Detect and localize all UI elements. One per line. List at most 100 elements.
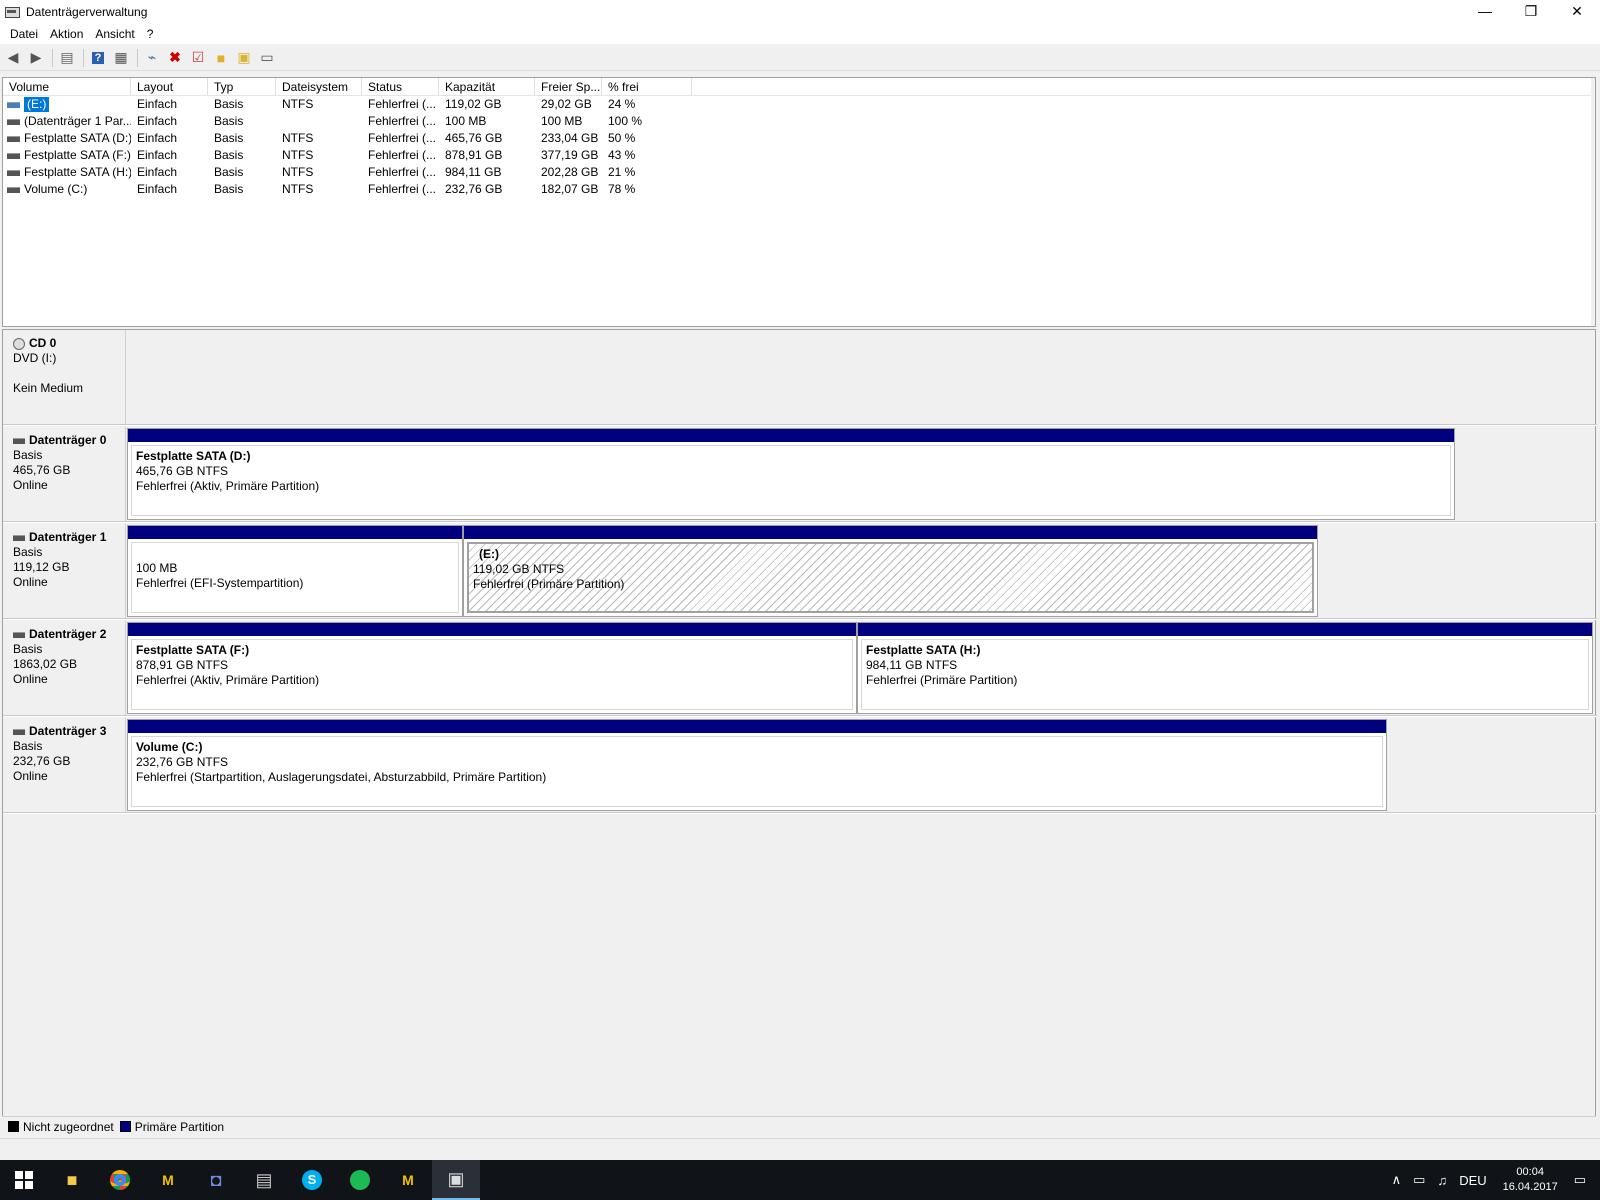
spotify-icon[interactable]	[336, 1160, 384, 1200]
partition-name: Festplatte SATA (H:)	[866, 643, 981, 657]
status-cell: Fehlerfrei (...	[368, 131, 437, 145]
partition-name: Volume (C:)	[136, 740, 203, 754]
notifications-icon[interactable]: ▭	[1574, 1172, 1586, 1188]
disk-label-1[interactable]: Datenträger 1 Basis 119,12 GB Online	[4, 524, 126, 618]
minimize-button[interactable]: —	[1462, 0, 1508, 22]
partition-size: 119,02 GB NTFS	[473, 562, 565, 576]
myeclipse-icon[interactable]: M	[144, 1160, 192, 1200]
volume-row[interactable]: Volume (C:) Einfach Basis NTFS Fehlerfre…	[3, 181, 1595, 198]
column-header-dateisystem[interactable]: Dateisystem	[276, 78, 362, 95]
column-header-volume[interactable]: Volume	[3, 78, 131, 95]
windows-start-icon[interactable]	[0, 1160, 48, 1200]
legend: Nicht zugeordnet Primäre Partition	[2, 1116, 1596, 1136]
disk-management-icon[interactable]: ▣	[432, 1160, 480, 1200]
myeclipse-icon-2[interactable]: M	[384, 1160, 432, 1200]
volume-icon[interactable]: ♫	[1437, 1173, 1447, 1188]
chevron-up-icon[interactable]: ∧	[1392, 1172, 1402, 1188]
partition-size: 984,11 GB NTFS	[866, 658, 958, 672]
partition-c[interactable]: Volume (C:) 232,76 GB NTFS Fehlerfrei (S…	[127, 719, 1387, 811]
menu-aktion[interactable]: Aktion	[44, 27, 89, 41]
partition-status: Fehlerfrei (Primäre Partition)	[866, 673, 1018, 687]
partition-d[interactable]: Festplatte SATA (D:) 465,76 GB NTFS Fehl…	[127, 428, 1455, 520]
disk-label-0[interactable]: Datenträger 0 Basis 465,76 GB Online	[4, 427, 126, 521]
clock[interactable]: 00:04 16.04.2017	[1503, 1165, 1558, 1195]
percent-free-cell: 100 %	[608, 114, 643, 128]
partition-h[interactable]: Festplatte SATA (H:) 984,11 GB NTFS Fehl…	[857, 622, 1593, 714]
column-header-prozent-frei[interactable]: % frei	[602, 78, 692, 95]
menu-help[interactable]: ?	[141, 27, 160, 41]
free-space-cell: 100 MB	[541, 114, 583, 128]
free-space-cell: 182,07 GB	[541, 182, 599, 196]
menu-datei[interactable]: Datei	[4, 27, 44, 41]
disk-state: Online	[13, 478, 48, 492]
disk-spacer	[13, 366, 125, 381]
delete-icon[interactable]: ✖	[166, 49, 184, 67]
partition-f[interactable]: Festplatte SATA (F:) 878,91 GB NTFS Fehl…	[127, 622, 857, 714]
close-button[interactable]: ✕	[1554, 0, 1600, 22]
partition-efi[interactable]: 100 MB Fehlerfrei (EFI-Systempartition)	[127, 525, 463, 617]
disk-label-cd0[interactable]: CD 0 DVD (I:) Kein Medium	[4, 330, 126, 424]
layout-cell: Einfach	[137, 131, 178, 145]
column-header-freier-speicher[interactable]: Freier Sp...	[535, 78, 602, 95]
volume-list-header: Volume Layout Typ Dateisystem Status Kap…	[3, 78, 1595, 96]
chrome-icon[interactable]	[96, 1160, 144, 1200]
menu-ansicht[interactable]: Ansicht	[89, 27, 140, 41]
partition-status: Fehlerfrei (Aktiv, Primäre Partition)	[136, 479, 320, 493]
folder-up-icon[interactable]: ■	[212, 49, 230, 67]
type-cell: Basis	[214, 131, 244, 145]
partition-status: Fehlerfrei (Aktiv, Primäre Partition)	[136, 673, 320, 687]
percent-free-cell: 78 %	[608, 182, 636, 196]
filesystem-cell: NTFS	[282, 97, 314, 111]
status-bar	[0, 1138, 1600, 1160]
percent-free-cell: 50 %	[608, 131, 636, 145]
column-header-typ[interactable]: Typ	[208, 78, 276, 95]
disk-separator	[3, 715, 1597, 717]
notepad-icon[interactable]: ▤	[240, 1160, 288, 1200]
find-icon[interactable]: ▣	[235, 49, 253, 67]
hard-disk-icon	[13, 437, 25, 444]
disk-drive-letter: DVD (I:)	[13, 351, 57, 365]
column-header-status[interactable]: Status	[362, 78, 439, 95]
volume-name: Festplatte SATA (H:)	[24, 165, 131, 179]
column-header-layout[interactable]: Layout	[131, 78, 208, 95]
volume-row[interactable]: (E:) Einfach Basis NTFS Fehlerfrei (... …	[3, 96, 1595, 113]
properties-icon[interactable]: ▦	[112, 49, 130, 67]
disk-label-3[interactable]: Datenträger 3 Basis 232,76 GB Online	[4, 718, 126, 812]
filesystem-cell: NTFS	[282, 131, 314, 145]
title-bar: Datenträgerverwaltung — ❐ ✕	[0, 0, 1600, 24]
filesystem-cell	[276, 113, 362, 130]
settings-icon[interactable]: ▭	[258, 49, 276, 67]
disk-label-2[interactable]: Datenträger 2 Basis 1863,02 GB Online	[4, 621, 126, 715]
file-explorer-icon[interactable]: ■	[48, 1160, 96, 1200]
help-icon[interactable]: ?	[89, 49, 107, 67]
volume-row[interactable]: Festplatte SATA (H:) Einfach Basis NTFS …	[3, 164, 1595, 181]
skype-icon[interactable]: S	[288, 1160, 336, 1200]
vertical-scrollbar[interactable]	[1591, 78, 1595, 326]
volume-row[interactable]: Festplatte SATA (D:) Einfach Basis NTFS …	[3, 130, 1595, 147]
partition-name: (E:)	[479, 547, 499, 561]
capacity-cell: 465,76 GB	[445, 131, 503, 145]
discord-icon[interactable]: ◘	[192, 1160, 240, 1200]
capacity-cell: 100 MB	[445, 114, 487, 128]
volume-row[interactable]: (Datenträger 1 Par... Einfach Basis Fehl…	[3, 113, 1595, 130]
volume-row[interactable]: Festplatte SATA (F:) Einfach Basis NTFS …	[3, 147, 1595, 164]
restore-button[interactable]: ❐	[1508, 0, 1554, 22]
network-icon[interactable]: ▭	[1413, 1172, 1425, 1188]
filesystem-cell: NTFS	[282, 182, 314, 196]
back-icon[interactable]: ◀	[4, 49, 22, 67]
clock-date: 16.04.2017	[1502, 1181, 1558, 1193]
legend-item-primary: Primäre Partition	[119, 1120, 224, 1134]
check-icon[interactable]: ☑	[189, 49, 207, 67]
partition-size: 100 MB	[136, 561, 178, 575]
volume-cell: Volume (C:)	[3, 181, 131, 198]
primary-partition-bar	[128, 720, 1386, 733]
forward-icon[interactable]: ▶	[27, 49, 45, 67]
disk-name: Datenträger 2	[29, 627, 107, 641]
input-language[interactable]: DEU	[1459, 1173, 1486, 1188]
console-tree-icon[interactable]: ▤	[58, 49, 76, 67]
partition-e[interactable]: (E:) 119,02 GB NTFS Fehlerfrei (Primäre …	[463, 525, 1318, 617]
capacity-cell: 878,91 GB	[445, 148, 503, 162]
hard-disk-icon	[13, 728, 25, 735]
connect-icon[interactable]: ⌁	[143, 49, 161, 67]
column-header-kapazitaet[interactable]: Kapazität	[439, 78, 535, 95]
